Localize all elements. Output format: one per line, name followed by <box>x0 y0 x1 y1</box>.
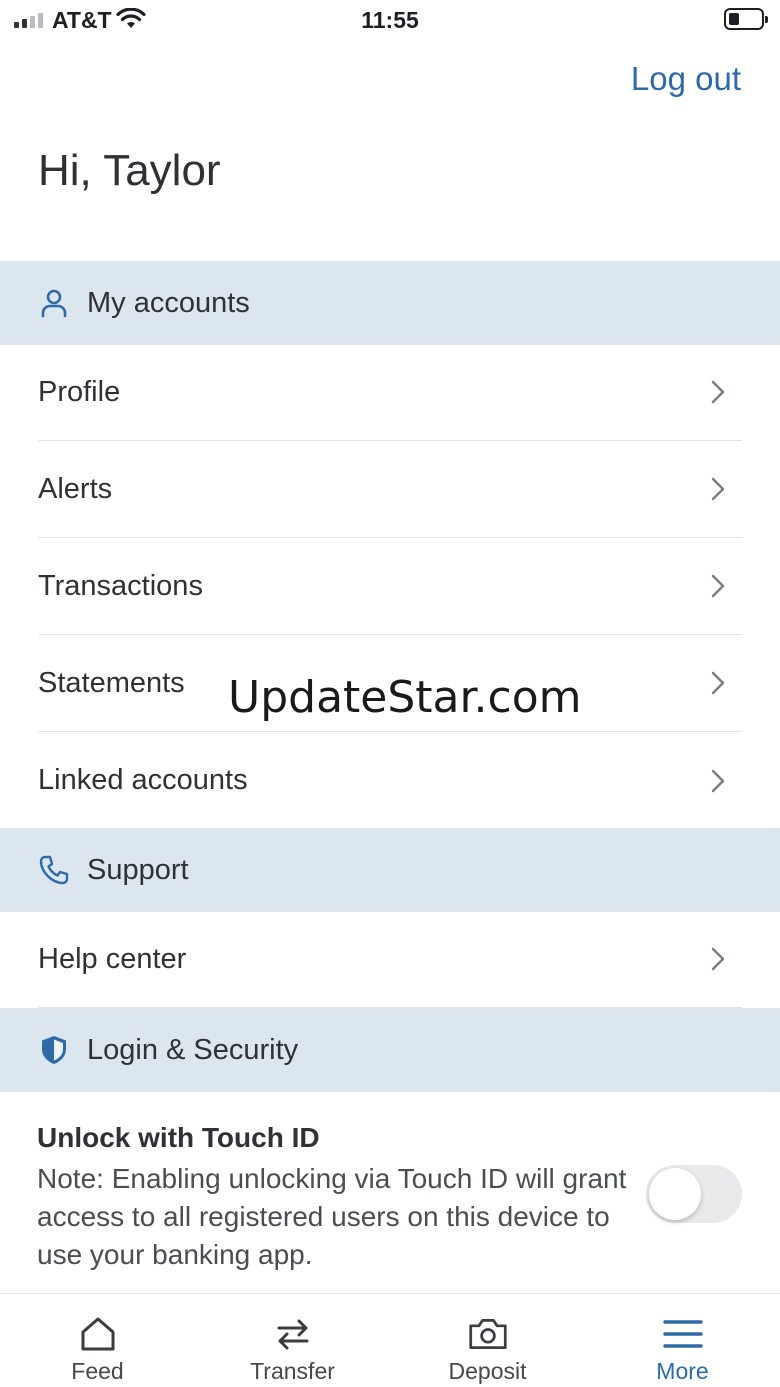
person-icon <box>38 287 70 319</box>
phone-icon <box>38 854 70 886</box>
menu-icon <box>662 1314 703 1354</box>
chevron-right-icon <box>706 474 730 504</box>
tab-label: Deposit <box>448 1358 527 1384</box>
touch-id-title: Unlock with Touch ID <box>37 1122 320 1153</box>
status-bar: AT&T 11:55 <box>0 0 780 42</box>
menu-item-linked-accounts[interactable]: Linked accounts <box>38 732 742 829</box>
section-header-login-security: Login & Security <box>0 1008 780 1092</box>
section-label: My accounts <box>87 286 250 319</box>
tab-label: Feed <box>71 1358 124 1384</box>
section-label: Support <box>87 853 189 886</box>
chevron-right-icon <box>706 766 730 796</box>
logout-button[interactable]: Log out <box>631 60 741 98</box>
menu-item-transactions[interactable]: Transactions <box>38 538 742 635</box>
chevron-right-icon <box>706 944 730 974</box>
section-header-my-accounts: My accounts <box>0 261 780 345</box>
menu-item-help-center[interactable]: Help center <box>38 911 742 1008</box>
bottom-tab-bar: Feed Transfer Deposit More <box>0 1293 780 1387</box>
clock: 11:55 <box>361 7 419 33</box>
transfer-arrows-icon <box>273 1314 313 1354</box>
chevron-right-icon <box>706 377 730 407</box>
toggle-knob <box>649 1168 701 1220</box>
tab-transfer[interactable]: Transfer <box>195 1294 390 1387</box>
shield-icon <box>38 1034 70 1066</box>
menu-item-label: Transactions <box>38 569 203 602</box>
tab-more[interactable]: More <box>585 1294 780 1387</box>
tab-label: Transfer <box>250 1358 335 1384</box>
battery-icon <box>724 8 768 30</box>
touch-id-toggle[interactable] <box>646 1165 742 1223</box>
chevron-right-icon <box>706 668 730 698</box>
watermark: UpdateStar.com <box>228 672 582 723</box>
menu-item-label: Statements <box>38 666 185 699</box>
section-label: Login & Security <box>87 1033 299 1066</box>
tab-label: More <box>656 1358 709 1384</box>
menu-item-alerts[interactable]: Alerts <box>38 441 742 538</box>
menu-item-profile[interactable]: Profile <box>38 344 742 441</box>
home-icon <box>78 1314 118 1354</box>
chevron-right-icon <box>706 571 730 601</box>
tab-deposit[interactable]: Deposit <box>390 1294 585 1387</box>
menu-item-label: Linked accounts <box>38 764 248 796</box>
menu-item-label: Alerts <box>38 472 113 505</box>
section-header-support: Support <box>0 828 780 912</box>
greeting: Hi, Taylor <box>38 146 221 195</box>
tab-feed[interactable]: Feed <box>0 1294 195 1387</box>
battery-level <box>729 13 739 25</box>
menu-item-label: Profile <box>38 375 121 408</box>
menu-item-label: Help center <box>38 942 187 975</box>
camera-icon <box>468 1314 508 1354</box>
touch-id-note: Note: Enabling unlocking via Touch ID wi… <box>37 1163 627 1270</box>
